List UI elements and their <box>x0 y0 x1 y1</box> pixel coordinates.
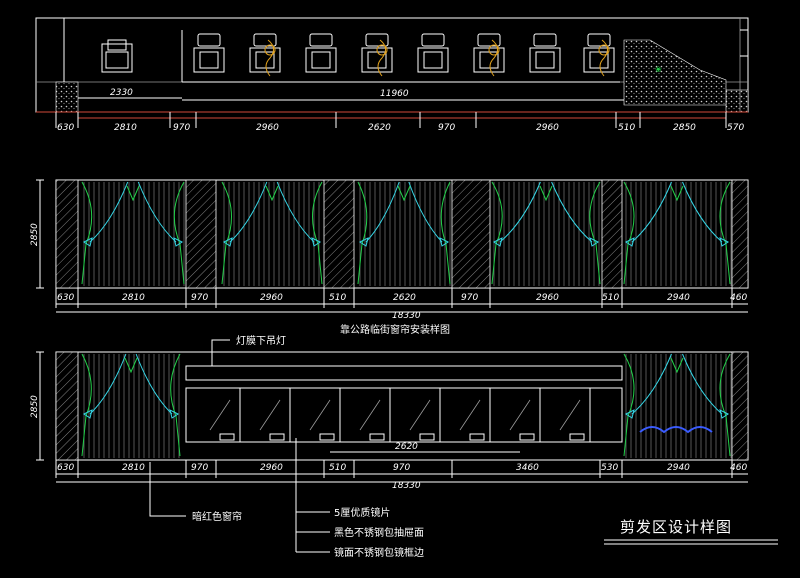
elev2-dim-label: 970 <box>191 463 208 473</box>
elev1-dim-label: 510 <box>329 293 346 303</box>
plan-dim-label: 2850 <box>673 123 696 133</box>
floor-plan: ❀ 2330 11960 630 2810 970 2960 2620 970 2960 51… <box>35 17 749 133</box>
black-steel-label: 黑色不锈钢包抽屉面 <box>334 526 424 539</box>
elev2-dim-label: 2810 <box>122 463 145 473</box>
curtain-label: 暗红色窗帘 <box>192 510 242 523</box>
plan-dim-label: 970 <box>173 123 190 133</box>
elev2-dim-label: 460 <box>730 463 747 473</box>
elev1-dim-label: 630 <box>57 293 74 303</box>
elev1-dim-label: 970 <box>461 293 478 303</box>
wall-pillar <box>323 179 355 289</box>
elev2-inner-dim: 2620 <box>395 442 418 452</box>
station-chair-icon <box>305 33 337 73</box>
svg-text:❀: ❀ <box>655 65 662 74</box>
plan-dim-11960: 11960 <box>380 89 409 99</box>
plan-dim-label: 2960 <box>256 123 279 133</box>
plan-dim-label: 510 <box>618 123 635 133</box>
elev2-dim-label: 2960 <box>260 463 283 473</box>
elev2-dim-label: 2940 <box>667 463 690 473</box>
light-box <box>185 365 623 381</box>
plan-dim-label: 2620 <box>368 123 391 133</box>
curtain-bay <box>221 181 323 286</box>
plan-dim-label: 570 <box>727 123 744 133</box>
wall-pillar <box>731 351 749 461</box>
elev1-dim-label: 460 <box>730 293 747 303</box>
plan-dim-label: 2960 <box>536 123 559 133</box>
curtain-bay <box>491 181 601 286</box>
station-chair-icon <box>249 33 281 77</box>
waiting-chair-icon <box>101 39 133 73</box>
elev1-dim-label: 2960 <box>260 293 283 303</box>
wall-pillar <box>55 179 79 289</box>
elev1-total-dim: 18330 <box>392 311 421 321</box>
elev1-height-dim: 2850 <box>30 223 40 246</box>
station-chair-icon <box>583 33 615 77</box>
mirror-steel-label: 镜面不锈钢包镜框边 <box>334 546 424 559</box>
wall-pillar <box>185 179 217 289</box>
styling-stations <box>181 30 620 83</box>
elev2-height-dim: 2850 <box>30 395 40 418</box>
elev1-dim-label: 510 <box>602 293 619 303</box>
plan-dim-label: 630 <box>57 123 74 133</box>
mirror-label: 5厘优质镜片 <box>334 506 390 519</box>
elev1-dim-label: 970 <box>191 293 208 303</box>
elev2-dim-label: 3460 <box>516 463 539 473</box>
curtain-bay <box>623 181 732 286</box>
elev2-dims: 630 2810 970 2960 510 970 3460 530 2940 460 <box>55 460 747 478</box>
elev2-dim-label: 510 <box>329 463 346 473</box>
elev2-dim-label: 970 <box>393 463 410 473</box>
wall-pillar-right <box>725 89 749 113</box>
curtain-bay <box>81 353 181 458</box>
wall-pillar <box>601 179 623 289</box>
elev2-dim-label: 630 <box>57 463 74 473</box>
drawing-title: 剪发区设计样图 <box>620 518 732 536</box>
wall-pillar <box>731 179 749 289</box>
elev2-dim-label: 530 <box>601 463 618 473</box>
wall-pillar-left <box>55 81 79 113</box>
plan-dim-label: 2810 <box>114 123 137 133</box>
cad-drawing: ❀ 2330 11960 630 2810 970 2960 2620 970 2960 51… <box>30 17 778 559</box>
elev1-caption: 靠公路临街窗帘安装样图 <box>340 323 450 336</box>
elev1-dim-label: 2960 <box>536 293 559 303</box>
station-chair-icon <box>361 33 393 77</box>
station-chair-icon <box>417 33 449 73</box>
elev1-dim-label: 2810 <box>122 293 145 303</box>
elev1-dims: 630 2810 970 2960 510 2620 970 2960 510 2940 460 <box>55 288 747 308</box>
station-chair-icon <box>529 33 561 73</box>
light-label: 灯膜下吊灯 <box>236 335 286 347</box>
curtain-bay <box>623 353 732 458</box>
elev2-total-dim: 18330 <box>392 481 421 491</box>
elev1-dim-label: 2940 <box>667 293 690 303</box>
station-chair-icon <box>193 33 225 73</box>
curtain-bay <box>357 181 451 286</box>
plan-dim-label: 970 <box>438 123 455 133</box>
plan-bottom-dims: 630 2810 970 2960 2620 970 2960 510 2850 570 <box>55 112 744 133</box>
wall-pillar <box>451 179 491 289</box>
station-chair-icon <box>473 33 505 77</box>
curtain-elevation-1: 2850 630 2810 970 2960 510 2620 970 2960 510 2940… <box>30 179 749 336</box>
reception-counter <box>623 39 727 106</box>
curtain-bay <box>81 181 185 286</box>
mirror-panel <box>185 387 623 443</box>
wall-pillar <box>55 351 79 461</box>
plan-dim-2330: 2330 <box>110 88 133 98</box>
elev1-dim-label: 2620 <box>393 293 416 303</box>
